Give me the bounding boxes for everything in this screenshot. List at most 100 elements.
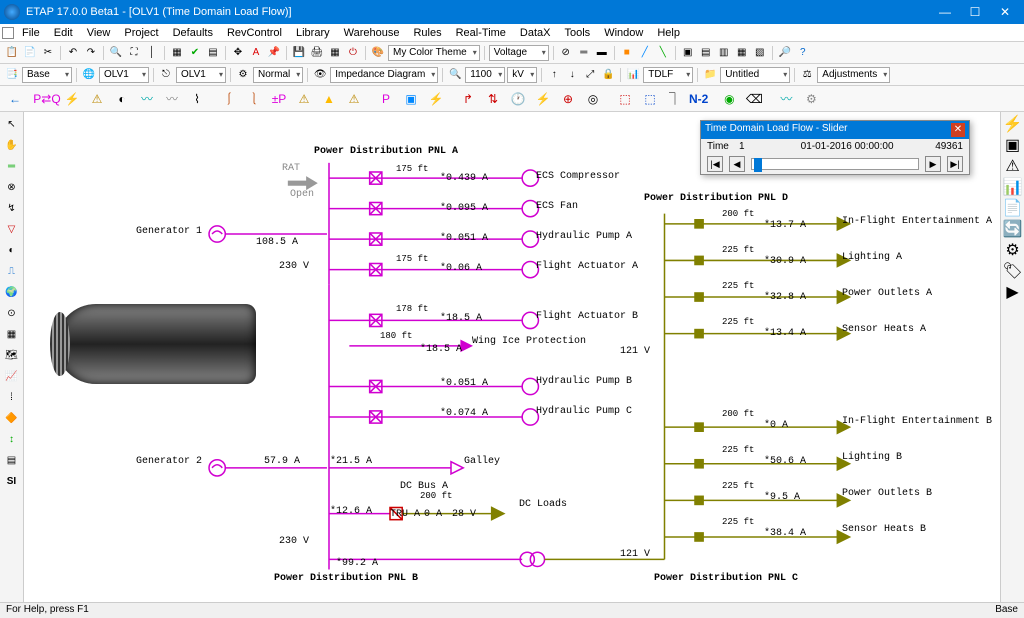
pm-icon[interactable]: ±P [268,88,290,110]
net1-icon[interactable]: ▣ [680,45,696,61]
menu-defaults[interactable]: Defaults [167,27,219,39]
flag2-icon[interactable]: ⇅ [482,88,504,110]
adj-icon[interactable]: ⚖ [799,67,815,83]
view-icon[interactable]: 👁 [312,67,328,83]
zoom-fit-icon[interactable]: ⛶ [126,45,142,61]
menu-help[interactable]: Help [651,27,686,39]
power-icon[interactable]: ⏻ [345,45,361,61]
wave-icon[interactable]: 〰 [136,88,158,110]
back-arrow-icon[interactable]: ← [4,88,26,110]
config-icon[interactable]: ⚙ [235,67,251,83]
sw-icon[interactable]: ⏋ [664,88,686,110]
slider-close-icon[interactable]: ✕ [951,123,965,137]
palette-icon[interactable]: 🎨 [370,45,386,61]
study-combo[interactable]: TDLF [643,67,693,83]
menu-warehouse[interactable]: Warehouse [338,27,406,39]
pal-cable-icon[interactable]: ⎍ [2,261,22,281]
pal-map-icon[interactable]: 🗺 [2,345,22,365]
pal-si-icon[interactable]: SI [2,471,22,491]
case-icon[interactable]: 📁 [702,67,718,83]
theme-combo[interactable]: My Color Theme [388,45,480,61]
maximize-button[interactable]: ☐ [960,5,990,19]
study-icon[interactable]: 📊 [625,67,641,83]
grid2-icon[interactable]: ▦ [327,45,343,61]
slider-next-icon[interactable]: ▶ [925,156,941,172]
pq-icon[interactable]: P⇄Q [36,88,58,110]
layers-icon[interactable]: ▤ [205,45,221,61]
bolt3-icon[interactable]: ⚡ [532,88,554,110]
waves-icon[interactable]: 〰 [775,88,797,110]
redo-icon[interactable]: ↷ [83,45,99,61]
square-icon[interactable]: ▣ [400,88,422,110]
clock-icon[interactable]: 🕐 [507,88,529,110]
color1-icon[interactable]: ■ [619,45,635,61]
cut-icon[interactable]: ✂ [40,45,56,61]
continuity-icon[interactable]: ⊘ [558,45,574,61]
flag1-icon[interactable]: ↱ [457,88,479,110]
expand-icon[interactable]: ⤢ [582,67,598,83]
net2-icon[interactable]: ▤ [698,45,714,61]
motor-icon[interactable]: ◐ [111,88,133,110]
base-combo[interactable]: Base [22,67,72,83]
menu-datax[interactable]: DataX [514,27,557,39]
pal-colors-icon[interactable]: 🔶 [2,408,22,428]
menu-file[interactable]: File [16,27,46,39]
pal-legend-icon[interactable]: ▤ [2,450,22,470]
clear-icon[interactable]: ⌫ [743,88,765,110]
transient-icon[interactable]: ⌇ [186,88,208,110]
p-icon[interactable]: P [375,88,397,110]
slider-first-icon[interactable]: |◀ [707,156,723,172]
phase-icon[interactable]: ▬ [594,45,610,61]
net5-icon[interactable]: ▧ [752,45,768,61]
mode-combo[interactable]: Normal [253,67,303,83]
pal-xfmr-icon[interactable]: ⊗ [2,177,22,197]
net4-icon[interactable]: ▦ [734,45,750,61]
color2-icon[interactable]: ╱ [637,45,653,61]
menu-library[interactable]: Library [290,27,336,39]
menu-rules[interactable]: Rules [407,27,447,39]
blue-tool-icon[interactable]: ⬚ [639,88,661,110]
network-icon[interactable]: 🌐 [81,67,97,83]
slider-last-icon[interactable]: ▶| [947,156,963,172]
lock-icon[interactable]: 🔒 [600,67,616,83]
pal-globe-icon[interactable]: 🌍 [2,282,22,302]
rpal-loop-icon[interactable]: 🔄 [1003,219,1023,239]
slider-track[interactable] [751,158,919,170]
down-icon[interactable]: ↓ [564,67,580,83]
kv-combo[interactable]: kV [507,67,537,83]
zoom-out-icon[interactable]: │ [144,45,160,61]
menu-project[interactable]: Project [118,27,164,39]
check-icon[interactable]: ✔ [187,45,203,61]
grid-icon[interactable]: ▦ [169,45,185,61]
net3-icon[interactable]: ▥ [716,45,732,61]
slider-prev-icon[interactable]: ◀ [729,156,745,172]
ring-icon[interactable]: ◎ [582,88,604,110]
menu-revcontrol[interactable]: RevControl [221,27,288,39]
pal-arrows-icon[interactable]: ↕ [2,429,22,449]
pal-load-icon[interactable]: ▽ [2,219,22,239]
rpal-stop-icon[interactable]: ▣ [1005,135,1020,155]
color3-icon[interactable]: ╲ [655,45,671,61]
nminus-button[interactable]: N-2 [689,88,708,110]
bolt-icon[interactable]: ⚡ [61,88,83,110]
pal-hand-icon[interactable]: ✋ [2,135,22,155]
bus-icon[interactable]: ═ [576,45,592,61]
rpal-run-icon[interactable]: ⚡ [1003,114,1023,134]
pal-motor-icon[interactable]: ◐ [2,240,22,260]
save-icon[interactable]: 💾 [291,45,307,61]
adj-combo[interactable]: Adjustments [817,67,890,83]
curve1-icon[interactable]: ⎰ [218,88,240,110]
text-icon[interactable]: A [248,45,264,61]
paste-icon[interactable]: 📄 [22,45,38,61]
rpal-play-icon[interactable]: ▶ [1006,282,1018,302]
pan-icon[interactable]: ✥ [230,45,246,61]
rpal-chart-icon[interactable]: 📊 [1003,177,1023,197]
red-tool-icon[interactable]: ⬚ [614,88,636,110]
revision-icon[interactable]: 📑 [4,67,20,83]
net-combo[interactable]: OLV1 [99,67,149,83]
pal-gen-icon[interactable]: ⊙ [2,303,22,323]
oneline-icon[interactable]: ⎋ [158,67,174,83]
print-icon[interactable]: 🖨 [309,45,325,61]
rpal-tag-icon[interactable]: 🏷 [1002,261,1022,281]
menu-view[interactable]: View [81,27,117,39]
